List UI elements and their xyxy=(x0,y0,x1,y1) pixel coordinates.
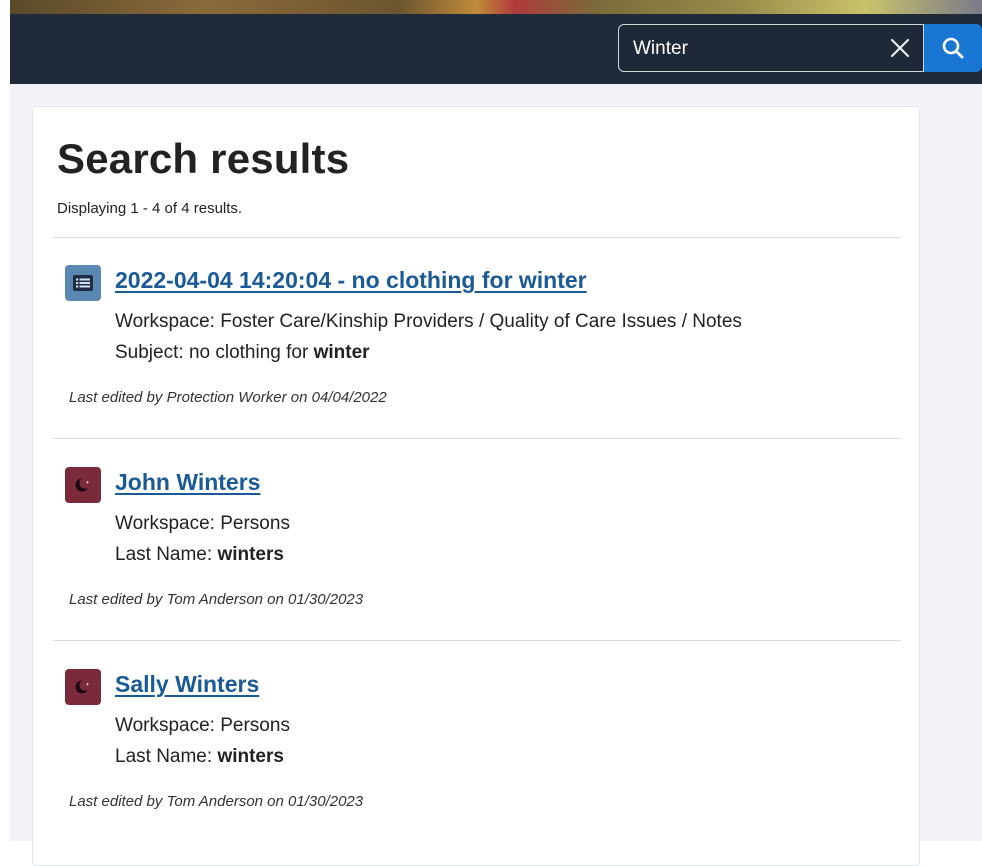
result-title-link[interactable]: Sally Winters xyxy=(115,671,259,698)
result-title-link[interactable]: John Winters xyxy=(115,469,260,496)
search-icon xyxy=(942,37,964,59)
result-field-label: Last Name: xyxy=(115,544,218,565)
last-edited-text: Last edited by Tom Anderson on 01/30/202… xyxy=(69,793,364,810)
result-field-match: winter xyxy=(313,342,370,363)
search-box xyxy=(618,24,924,72)
result-workspace: Workspace: Persons xyxy=(115,715,290,736)
divider xyxy=(53,438,901,439)
result-count: Displaying 1 - 4 of 4 results. xyxy=(57,200,243,217)
divider xyxy=(53,237,901,238)
person-icon xyxy=(65,467,101,503)
result-field-label: Last Name: xyxy=(115,746,218,767)
last-edited-text: Last edited by Protection Worker on 04/0… xyxy=(69,389,387,406)
result-workspace: Workspace: Foster Care/Kinship Providers… xyxy=(115,311,742,332)
result-field: Last Name: winters xyxy=(115,746,284,768)
note-icon xyxy=(65,265,101,301)
close-icon[interactable] xyxy=(889,37,911,59)
person-icon xyxy=(65,669,101,705)
search-input[interactable] xyxy=(631,33,865,65)
result-field-prefix: no clothing for xyxy=(188,342,314,363)
result-workspace: Workspace: Persons xyxy=(115,513,290,534)
app-header xyxy=(10,14,982,84)
result-field: Subject: no clothing for winter xyxy=(115,342,370,364)
result-title-link[interactable]: 2022-04-04 14:20:04 - no clothing for wi… xyxy=(115,267,587,294)
page-title: Search results xyxy=(57,135,350,182)
last-edited-text: Last edited by Tom Anderson on 01/30/202… xyxy=(69,591,364,608)
result-field-label: Subject: xyxy=(115,342,189,363)
result-field-match: winters xyxy=(217,746,284,767)
header-banner-image xyxy=(10,0,982,14)
search-results-card: Search results Displaying 1 - 4 of 4 res… xyxy=(32,106,920,866)
result-field: Last Name: winters xyxy=(115,544,284,566)
result-field-match: winters xyxy=(217,544,284,565)
search-button[interactable] xyxy=(924,24,982,72)
divider xyxy=(53,640,901,641)
